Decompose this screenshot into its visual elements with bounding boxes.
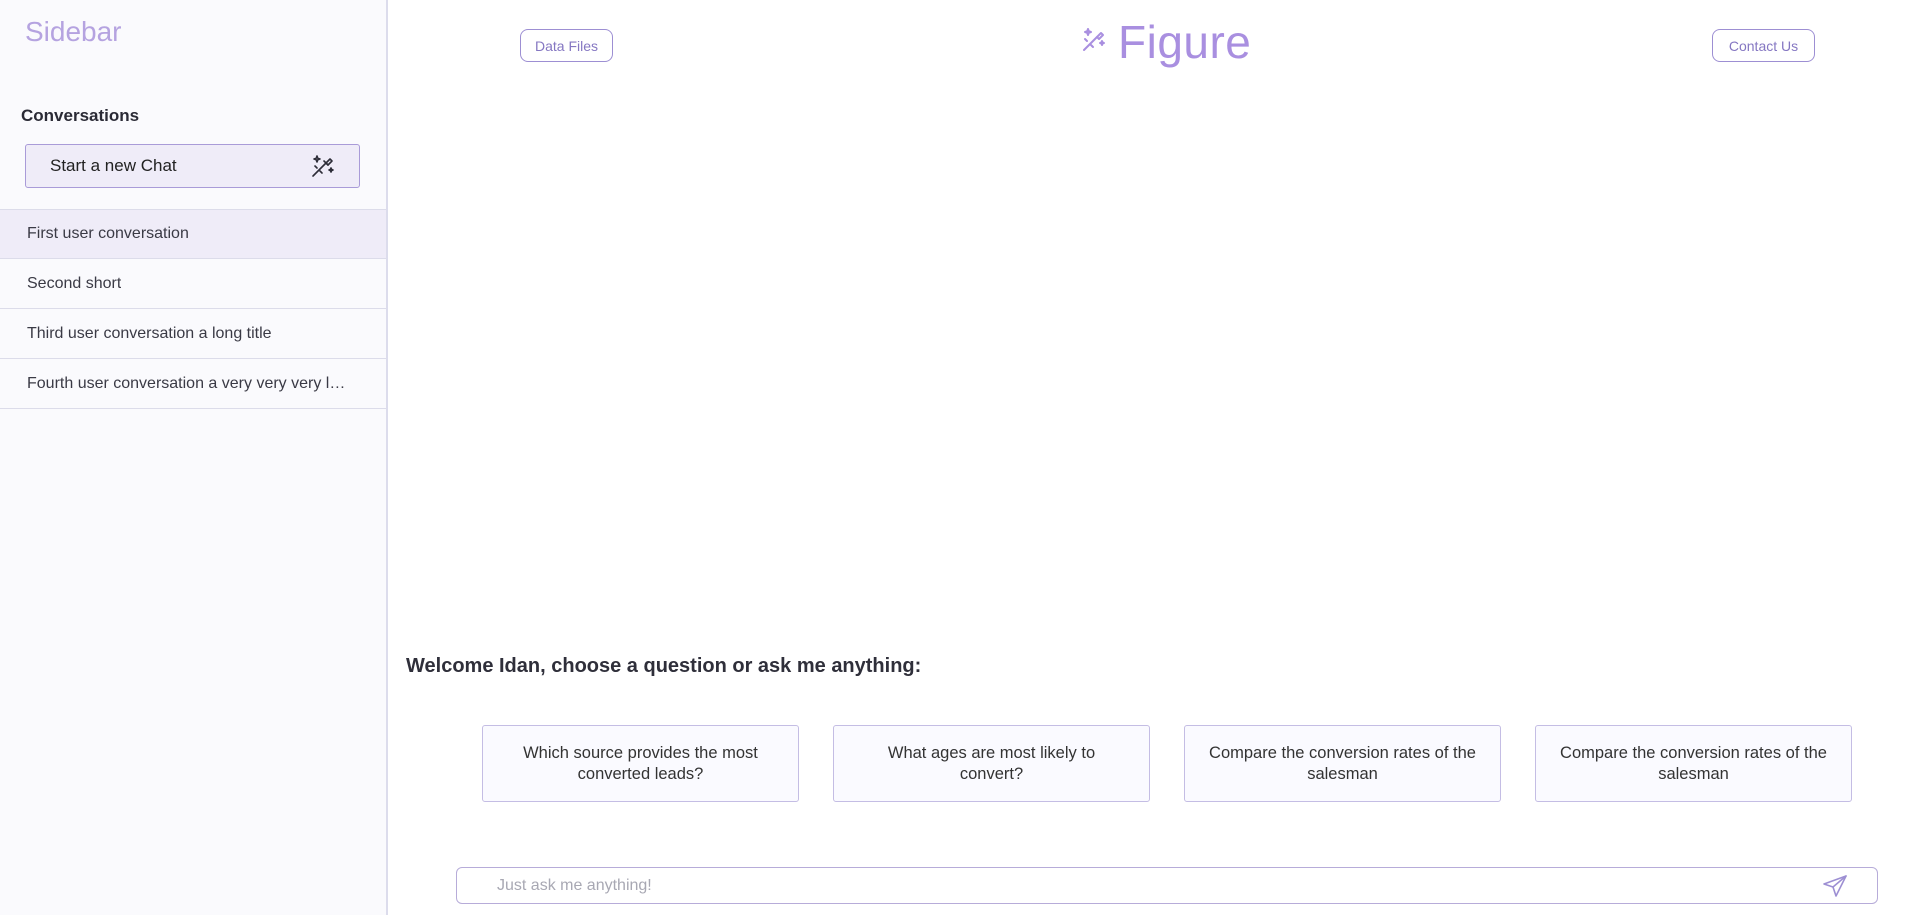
conversation-item[interactable]: Fourth user conversation a very very ver… (0, 359, 386, 409)
suggestion-label: What ages are most likely to convert? (887, 743, 1096, 783)
suggestion-label: Compare the conversion rates of the sale… (1560, 743, 1827, 783)
logo: Figure (1080, 14, 1251, 70)
conversation-label: Second short (27, 274, 122, 292)
conversation-label: Fourth user conversation a very very ver… (27, 374, 352, 392)
conversations-heading: Conversations (21, 106, 140, 125)
send-icon[interactable] (1815, 869, 1855, 903)
sidebar-title: Sidebar (25, 16, 122, 47)
suggestion-card[interactable]: Compare the conversion rates of the sale… (1184, 725, 1501, 802)
chat-input-container (456, 867, 1878, 904)
conversation-item[interactable]: Third user conversation a long title (0, 309, 386, 359)
suggestion-card[interactable]: Which source provides the most converted… (482, 725, 799, 802)
welcome-message: Welcome Idan, choose a question or ask m… (406, 655, 922, 677)
contact-us-button[interactable]: Contact Us (1712, 29, 1815, 62)
conversation-item[interactable]: Second short (0, 259, 386, 309)
sidebar: Sidebar Conversations Start a new Chat F… (0, 0, 388, 915)
magic-wand-icon (1080, 26, 1108, 59)
conversation-list: First user conversation Second short Thi… (0, 209, 386, 409)
chat-input[interactable] (497, 876, 1815, 895)
conversation-label: First user conversation (27, 225, 189, 242)
suggestion-card[interactable]: Compare the conversion rates of the sale… (1535, 725, 1852, 802)
logo-text: Figure (1118, 16, 1252, 68)
conversation-item[interactable]: First user conversation (0, 209, 386, 259)
suggestion-label: Compare the conversion rates of the sale… (1209, 743, 1476, 783)
new-chat-button[interactable]: Start a new Chat (25, 144, 360, 188)
data-files-button[interactable]: Data Files (520, 29, 613, 62)
new-chat-label: Start a new Chat (50, 156, 177, 175)
magic-wand-icon (309, 152, 337, 180)
conversation-label: Third user conversation a long title (27, 324, 272, 342)
suggestion-card[interactable]: What ages are most likely to convert? (833, 725, 1150, 802)
suggestion-label: Which source provides the most converted… (523, 743, 758, 783)
